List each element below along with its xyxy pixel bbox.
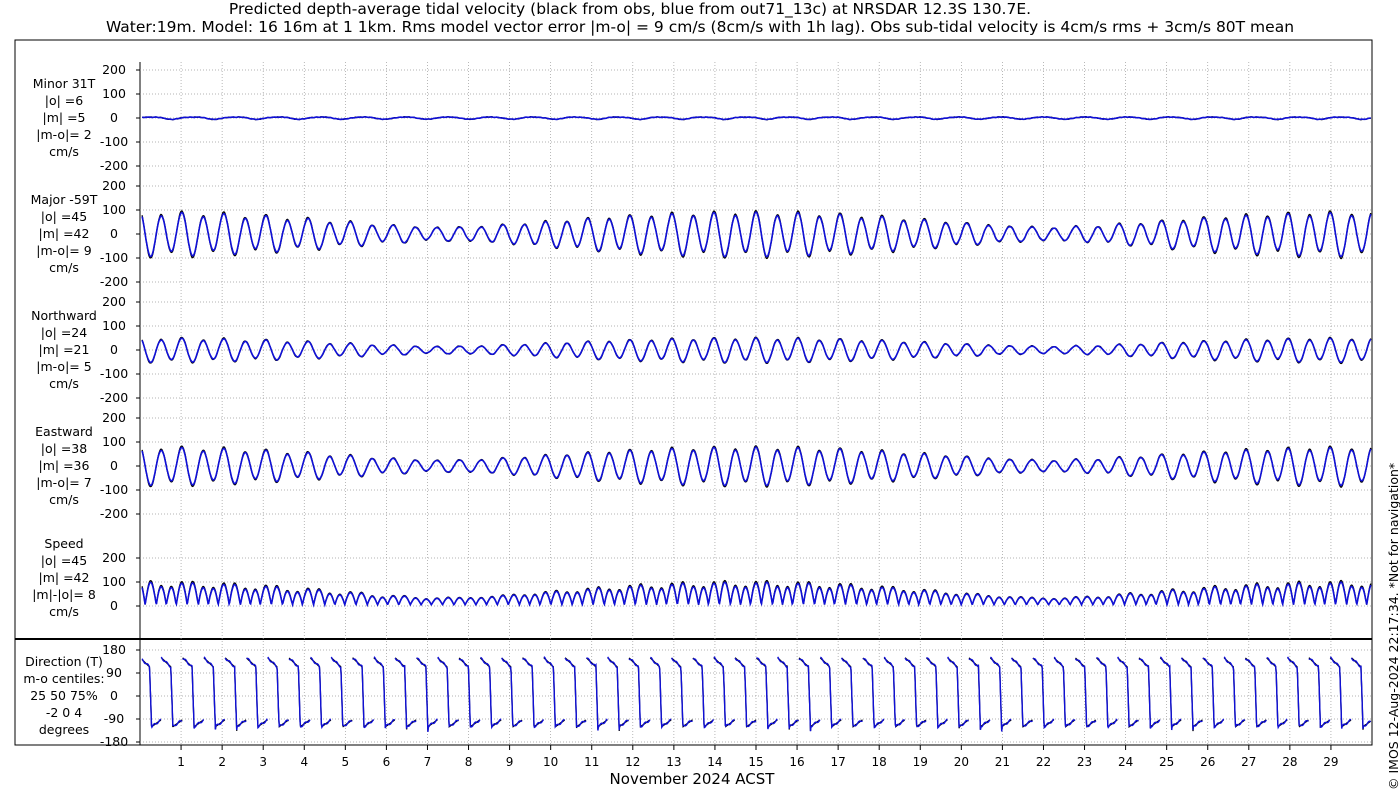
x-tick-label: 22 xyxy=(1036,755,1051,769)
y-tick-label: 200 xyxy=(102,410,126,425)
panel-label-line: |o| =45 xyxy=(41,553,87,568)
series-model-line xyxy=(141,211,1372,258)
chart-title-line2: Water:19m. Model: 16 16m at 1 1km. Rms m… xyxy=(105,18,1295,36)
copyright-text: © IMOS 12-Aug-2024 22:17:34. *Not for na… xyxy=(1386,462,1400,790)
x-tick-label: 19 xyxy=(913,755,928,769)
panel-label-line: cm/s xyxy=(49,144,79,159)
y-tick-label: 200 xyxy=(102,550,126,565)
y-tick-label: -200 xyxy=(100,274,128,289)
panel-label-line: Speed xyxy=(44,536,83,551)
panel-label-line: |o| =6 xyxy=(45,93,84,108)
panel-label-line: |o| =45 xyxy=(41,209,87,224)
x-tick-label: 24 xyxy=(1118,755,1133,769)
x-tick-label: 29 xyxy=(1323,755,1338,769)
x-tick-label: 23 xyxy=(1077,755,1092,769)
x-tick-label: 18 xyxy=(872,755,887,769)
y-tick-label: 0 xyxy=(110,110,118,125)
y-tick-label: 200 xyxy=(102,62,126,77)
panel-label-line: |m| =36 xyxy=(39,458,90,473)
y-tick-label: 0 xyxy=(110,226,118,241)
chart-title-line1: Predicted depth-average tidal velocity (… xyxy=(228,0,1032,18)
x-tick-label: 10 xyxy=(543,755,558,769)
y-tick-label: -100 xyxy=(100,134,128,149)
panel-label-line: |m-o|= 9 xyxy=(36,243,91,258)
panel-label-line: |o| =24 xyxy=(41,325,87,340)
y-tick-label: 0 xyxy=(110,342,118,357)
x-tick-label: 9 xyxy=(506,755,514,769)
panel-label-line: |m-o|= 2 xyxy=(36,127,91,142)
panel-label-line: |m-o|= 5 xyxy=(36,359,91,374)
x-tick-label: 28 xyxy=(1282,755,1297,769)
x-tick-label: 21 xyxy=(995,755,1010,769)
y-tick-label: 100 xyxy=(102,318,126,333)
x-tick-label: 15 xyxy=(748,755,763,769)
x-tick-label: 2 xyxy=(218,755,226,769)
x-tick-label: 20 xyxy=(954,755,969,769)
tidal-velocity-chart: 2001000-100-200Minor 31T|o| =6|m| =5|m-o… xyxy=(14,39,1373,788)
x-axis-label: November 2024 ACST xyxy=(610,770,776,788)
y-tick-label: -180 xyxy=(100,734,128,749)
series-obs-line xyxy=(141,445,1372,488)
x-tick-label: 6 xyxy=(383,755,391,769)
panel-label-line: cm/s xyxy=(49,260,79,275)
y-tick-label: -100 xyxy=(100,482,128,497)
y-tick-label: 180 xyxy=(102,642,126,657)
y-tick-label: 100 xyxy=(102,574,126,589)
y-tick-label: 90 xyxy=(106,665,122,680)
copyright-note: © IMOS 12-Aug-2024 22:17:34. *Not for na… xyxy=(1384,410,1400,800)
y-tick-label: 200 xyxy=(102,178,126,193)
panel-label-line: Northward xyxy=(31,308,97,323)
y-tick-label: 0 xyxy=(110,688,118,703)
y-tick-label: -200 xyxy=(100,158,128,173)
series-model-line xyxy=(141,656,1371,732)
x-tick-label: 8 xyxy=(465,755,473,769)
panel-label-line: |m| =42 xyxy=(39,226,90,241)
x-tick-label: 25 xyxy=(1159,755,1174,769)
x-tick-label: 16 xyxy=(789,755,804,769)
x-tick-label: 5 xyxy=(342,755,350,769)
panel-label-line: |m| =5 xyxy=(43,110,86,125)
x-tick-label: 1 xyxy=(177,755,185,769)
x-tick-label: 17 xyxy=(830,755,845,769)
x-tick-label: 7 xyxy=(424,755,432,769)
y-tick-label: 200 xyxy=(102,294,126,309)
x-tick-label: 13 xyxy=(666,755,681,769)
panel-label-line: m-o centiles: xyxy=(23,671,104,686)
panel-label-line: |m-o|= 7 xyxy=(36,475,91,490)
y-tick-label: -200 xyxy=(100,506,128,521)
panel-label-line: degrees xyxy=(39,722,89,737)
panel-label-line: Direction (T) xyxy=(25,654,103,669)
panel-label-line: 25 50 75% xyxy=(30,688,98,703)
y-tick-label: 0 xyxy=(110,598,118,613)
x-tick-label: 26 xyxy=(1200,755,1215,769)
x-tick-label: 4 xyxy=(300,755,308,769)
panel-label-line: Major -59T xyxy=(31,192,98,207)
x-tick-label: 3 xyxy=(259,755,267,769)
series-obs-line xyxy=(141,657,1372,732)
panel-label-line: -2 0 4 xyxy=(46,705,82,720)
panel-label-line: cm/s xyxy=(49,604,79,619)
series-obs-line xyxy=(141,210,1372,260)
x-tick-label: 27 xyxy=(1241,755,1256,769)
y-tick-label: 100 xyxy=(102,434,126,449)
panel-label-line: |m| =42 xyxy=(39,570,90,585)
panel-label-line: |m|-|o|= 8 xyxy=(32,587,96,602)
y-tick-label: -100 xyxy=(100,366,128,381)
y-tick-label: 100 xyxy=(102,202,126,217)
panel-label-line: |m| =21 xyxy=(39,342,90,357)
panel-label-line: Minor 31T xyxy=(33,76,96,91)
panel-label-line: cm/s xyxy=(49,492,79,507)
x-tick-label: 11 xyxy=(584,755,599,769)
panel-label-line: |o| =38 xyxy=(41,441,87,456)
y-tick-label: -100 xyxy=(100,250,128,265)
y-tick-label: -200 xyxy=(100,390,128,405)
series-model-line xyxy=(141,581,1372,608)
x-tick-label: 12 xyxy=(625,755,640,769)
y-tick-label: 0 xyxy=(110,458,118,473)
panel-label-line: cm/s xyxy=(49,376,79,391)
y-tick-label: -90 xyxy=(104,711,124,726)
x-tick-label: 14 xyxy=(707,755,722,769)
panel-label-line: Eastward xyxy=(35,424,93,439)
y-tick-label: 100 xyxy=(102,86,126,101)
